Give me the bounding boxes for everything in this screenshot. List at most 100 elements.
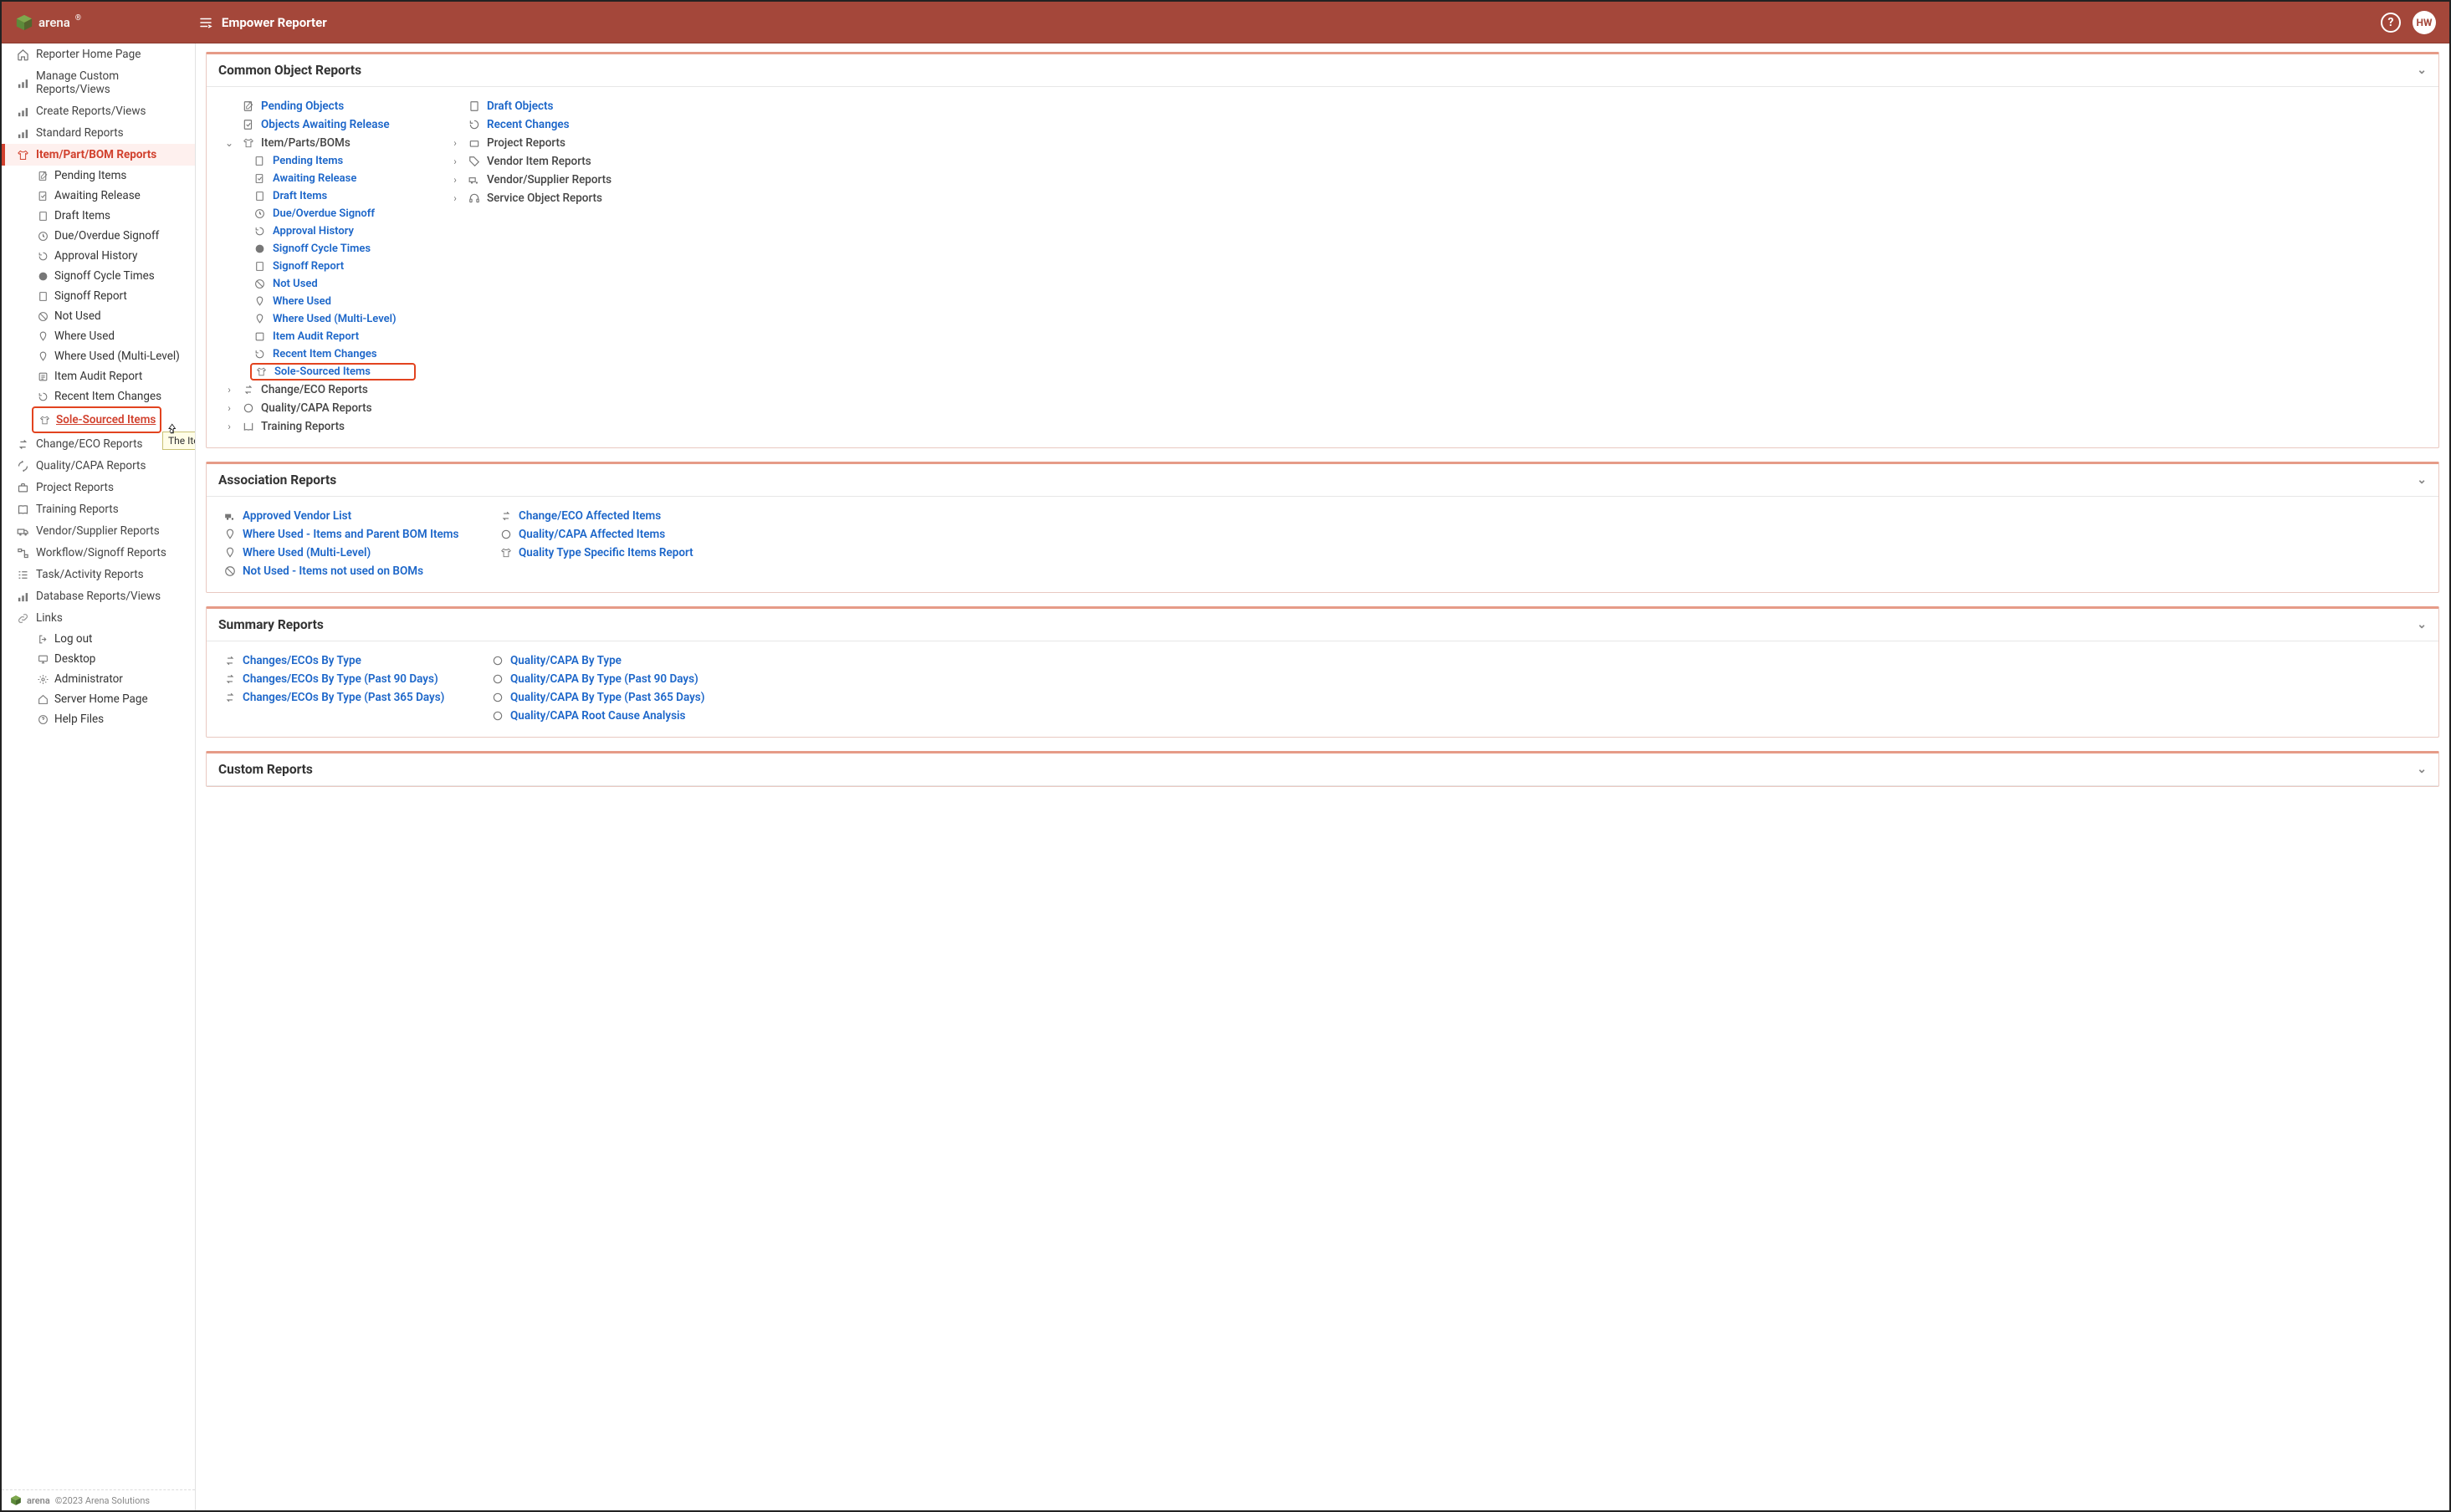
link-recent-item-changes[interactable]: Recent Item Changes xyxy=(253,345,416,363)
link-draft-items[interactable]: Draft Items xyxy=(253,187,416,205)
link-where-used-multi-assoc[interactable]: Where Used (Multi-Level) xyxy=(223,544,474,562)
group-vendor-item[interactable]: ›Vendor Item Reports xyxy=(449,152,642,171)
group-project-reports[interactable]: ›Project Reports xyxy=(449,134,642,152)
chevron-right-icon[interactable]: › xyxy=(223,421,235,432)
sidebar-sub-recent-item-changes[interactable]: Recent Item Changes xyxy=(2,386,195,406)
sidebar-sub-signoff-report[interactable]: Signoff Report xyxy=(2,286,195,306)
link-not-used-items[interactable]: Not Used - Items not used on BOMs xyxy=(223,562,474,580)
link-change-eco-affected[interactable]: Change/ECO Affected Items xyxy=(499,507,750,525)
link-pending-items[interactable]: Pending Items xyxy=(253,152,416,170)
sidebar-link-server-home[interactable]: Server Home Page xyxy=(2,689,195,709)
group-training[interactable]: ›Training Reports xyxy=(223,417,416,436)
tag-icon xyxy=(468,156,480,168)
swap-icon xyxy=(499,510,512,523)
chevron-down-icon: ⌄ xyxy=(2417,618,2427,631)
sidebar-vendor-supplier[interactable]: Vendor/Supplier Reports xyxy=(2,520,195,542)
sidebar-sub-signoff-cycle[interactable]: Signoff Cycle Times xyxy=(2,266,195,286)
section-header-common[interactable]: Common Object Reports ⌄ xyxy=(207,54,2438,87)
link-changes-ecos-type[interactable]: Changes/ECOs By Type xyxy=(223,651,466,670)
chevron-right-icon[interactable]: › xyxy=(449,192,461,204)
link-changes-ecos-90[interactable]: Changes/ECOs By Type (Past 90 Days) xyxy=(223,670,466,688)
section-header-association[interactable]: Association Reports ⌄ xyxy=(207,464,2438,497)
chevron-right-icon[interactable]: › xyxy=(223,402,235,414)
chevron-right-icon[interactable]: › xyxy=(223,384,235,396)
link-not-used[interactable]: Not Used xyxy=(253,275,416,293)
group-item-parts-boms[interactable]: ⌄Item/Parts/BOMs xyxy=(223,134,416,152)
sidebar-link-desktop[interactable]: Desktop xyxy=(2,649,195,669)
link-pending-objects[interactable]: Pending Objects xyxy=(223,97,416,115)
section-header-summary[interactable]: Summary Reports ⌄ xyxy=(207,609,2438,641)
association-reports-section: Association Reports ⌄ Approved Vendor Li… xyxy=(206,462,2439,593)
sidebar-training[interactable]: Training Reports xyxy=(2,498,195,520)
sidebar-sub-sole-sourced[interactable]: Sole-Sourced Items The Items with only o… xyxy=(37,410,156,430)
sidebar-sub-due-overdue[interactable]: Due/Overdue Signoff xyxy=(2,226,195,246)
sidebar-link-admin[interactable]: Administrator xyxy=(2,669,195,689)
link-approval-history[interactable]: Approval History xyxy=(253,222,416,240)
doc-edit-icon xyxy=(242,100,254,113)
link-where-used-multi[interactable]: Where Used (Multi-Level) xyxy=(253,310,416,328)
link-item-audit[interactable]: Item Audit Report xyxy=(253,328,416,345)
sidebar-link-help[interactable]: Help Files xyxy=(2,709,195,729)
shirt-icon xyxy=(255,365,268,378)
group-service-object[interactable]: ›Service Object Reports xyxy=(449,189,642,207)
sidebar-database[interactable]: Database Reports/Views xyxy=(2,585,195,607)
link-objects-awaiting[interactable]: Objects Awaiting Release xyxy=(223,115,416,134)
link-awaiting-release[interactable]: Awaiting Release xyxy=(253,170,416,187)
cursor-icon xyxy=(164,420,179,435)
group-quality-capa[interactable]: ›Quality/CAPA Reports xyxy=(223,399,416,417)
pin-icon xyxy=(223,547,236,559)
sidebar-sub-where-used-multi[interactable]: Where Used (Multi-Level) xyxy=(2,346,195,366)
history-icon xyxy=(37,391,49,403)
sidebar-sub-draft-items[interactable]: Draft Items xyxy=(2,206,195,226)
chevron-right-icon[interactable]: › xyxy=(449,174,461,186)
link-quality-capa-365[interactable]: Quality/CAPA By Type (Past 365 Days) xyxy=(491,688,742,707)
chevron-right-icon[interactable]: › xyxy=(449,156,461,167)
main-content: Common Object Reports ⌄ Pending Objects … xyxy=(196,43,2449,1510)
sidebar-workflow-signoff[interactable]: Workflow/Signoff Reports xyxy=(2,542,195,564)
menu-toggle-icon[interactable] xyxy=(198,15,213,30)
link-recent-changes[interactable]: Recent Changes xyxy=(449,115,642,134)
sidebar-links[interactable]: Links xyxy=(2,607,195,629)
help-button[interactable]: ? xyxy=(2381,13,2401,33)
sidebar-quality-capa[interactable]: Quality/CAPA Reports xyxy=(2,455,195,477)
link-signoff-report[interactable]: Signoff Report xyxy=(253,258,416,275)
sidebar-sub-item-audit[interactable]: Item Audit Report xyxy=(2,366,195,386)
sidebar-sub-awaiting-release[interactable]: Awaiting Release xyxy=(2,186,195,206)
link-quality-type-specific[interactable]: Quality Type Specific Items Report xyxy=(499,544,750,562)
group-vendor-supplier[interactable]: ›Vendor/Supplier Reports xyxy=(449,171,642,189)
sidebar-highlight-sole-sourced: Sole-Sourced Items The Items with only o… xyxy=(32,406,161,433)
sidebar-standard-reports[interactable]: Standard Reports xyxy=(2,122,195,144)
sidebar-project[interactable]: Project Reports xyxy=(2,477,195,498)
link-changes-ecos-365[interactable]: Changes/ECOs By Type (Past 365 Days) xyxy=(223,688,466,707)
link-quality-capa-type[interactable]: Quality/CAPA By Type xyxy=(491,651,742,670)
link-where-used[interactable]: Where Used xyxy=(253,293,416,310)
link-quality-capa-90[interactable]: Quality/CAPA By Type (Past 90 Days) xyxy=(491,670,742,688)
sidebar-create-reports[interactable]: Create Reports/Views xyxy=(2,100,195,122)
sidebar-sub-not-used[interactable]: Not Used xyxy=(2,306,195,326)
brand-logo[interactable]: arena ® xyxy=(15,13,81,32)
sidebar-sub-approval-history[interactable]: Approval History xyxy=(2,246,195,266)
link-quality-capa-affected[interactable]: Quality/CAPA Affected Items xyxy=(499,525,750,544)
chevron-right-icon[interactable]: › xyxy=(449,137,461,149)
pin-icon xyxy=(37,330,49,343)
sidebar-sub-pending-items[interactable]: Pending Items xyxy=(2,166,195,186)
link-sole-sourced-highlighted[interactable]: Sole-Sourced Items xyxy=(250,363,416,381)
link-signoff-cycle[interactable]: Signoff Cycle Times xyxy=(253,240,416,258)
sidebar-task-activity[interactable]: Task/Activity Reports xyxy=(2,564,195,585)
sidebar-manage-custom[interactable]: Manage Custom Reports/Views xyxy=(2,65,195,100)
section-header-custom[interactable]: Custom Reports ⌄ xyxy=(207,753,2438,786)
link-quality-root-cause[interactable]: Quality/CAPA Root Cause Analysis xyxy=(491,707,742,725)
user-avatar[interactable]: HW xyxy=(2413,11,2436,34)
chevron-down-icon[interactable]: ⌄ xyxy=(223,137,235,149)
sidebar-item-part-bom[interactable]: Item/Part/BOM Reports xyxy=(2,144,195,166)
sidebar-link-logout[interactable]: Log out xyxy=(2,629,195,649)
footer-copyright: ©2023 Arena Solutions xyxy=(55,1495,150,1506)
link-where-used-items[interactable]: Where Used - Items and Parent BOM Items xyxy=(223,525,474,544)
book-icon xyxy=(242,421,254,433)
link-draft-objects[interactable]: Draft Objects xyxy=(449,97,642,115)
sidebar-sub-where-used[interactable]: Where Used xyxy=(2,326,195,346)
sidebar-reporter-home[interactable]: Reporter Home Page xyxy=(2,43,195,65)
group-change-eco[interactable]: ›Change/ECO Reports xyxy=(223,381,416,399)
link-approved-vendor[interactable]: Approved Vendor List xyxy=(223,507,474,525)
link-due-overdue[interactable]: Due/Overdue Signoff xyxy=(253,205,416,222)
